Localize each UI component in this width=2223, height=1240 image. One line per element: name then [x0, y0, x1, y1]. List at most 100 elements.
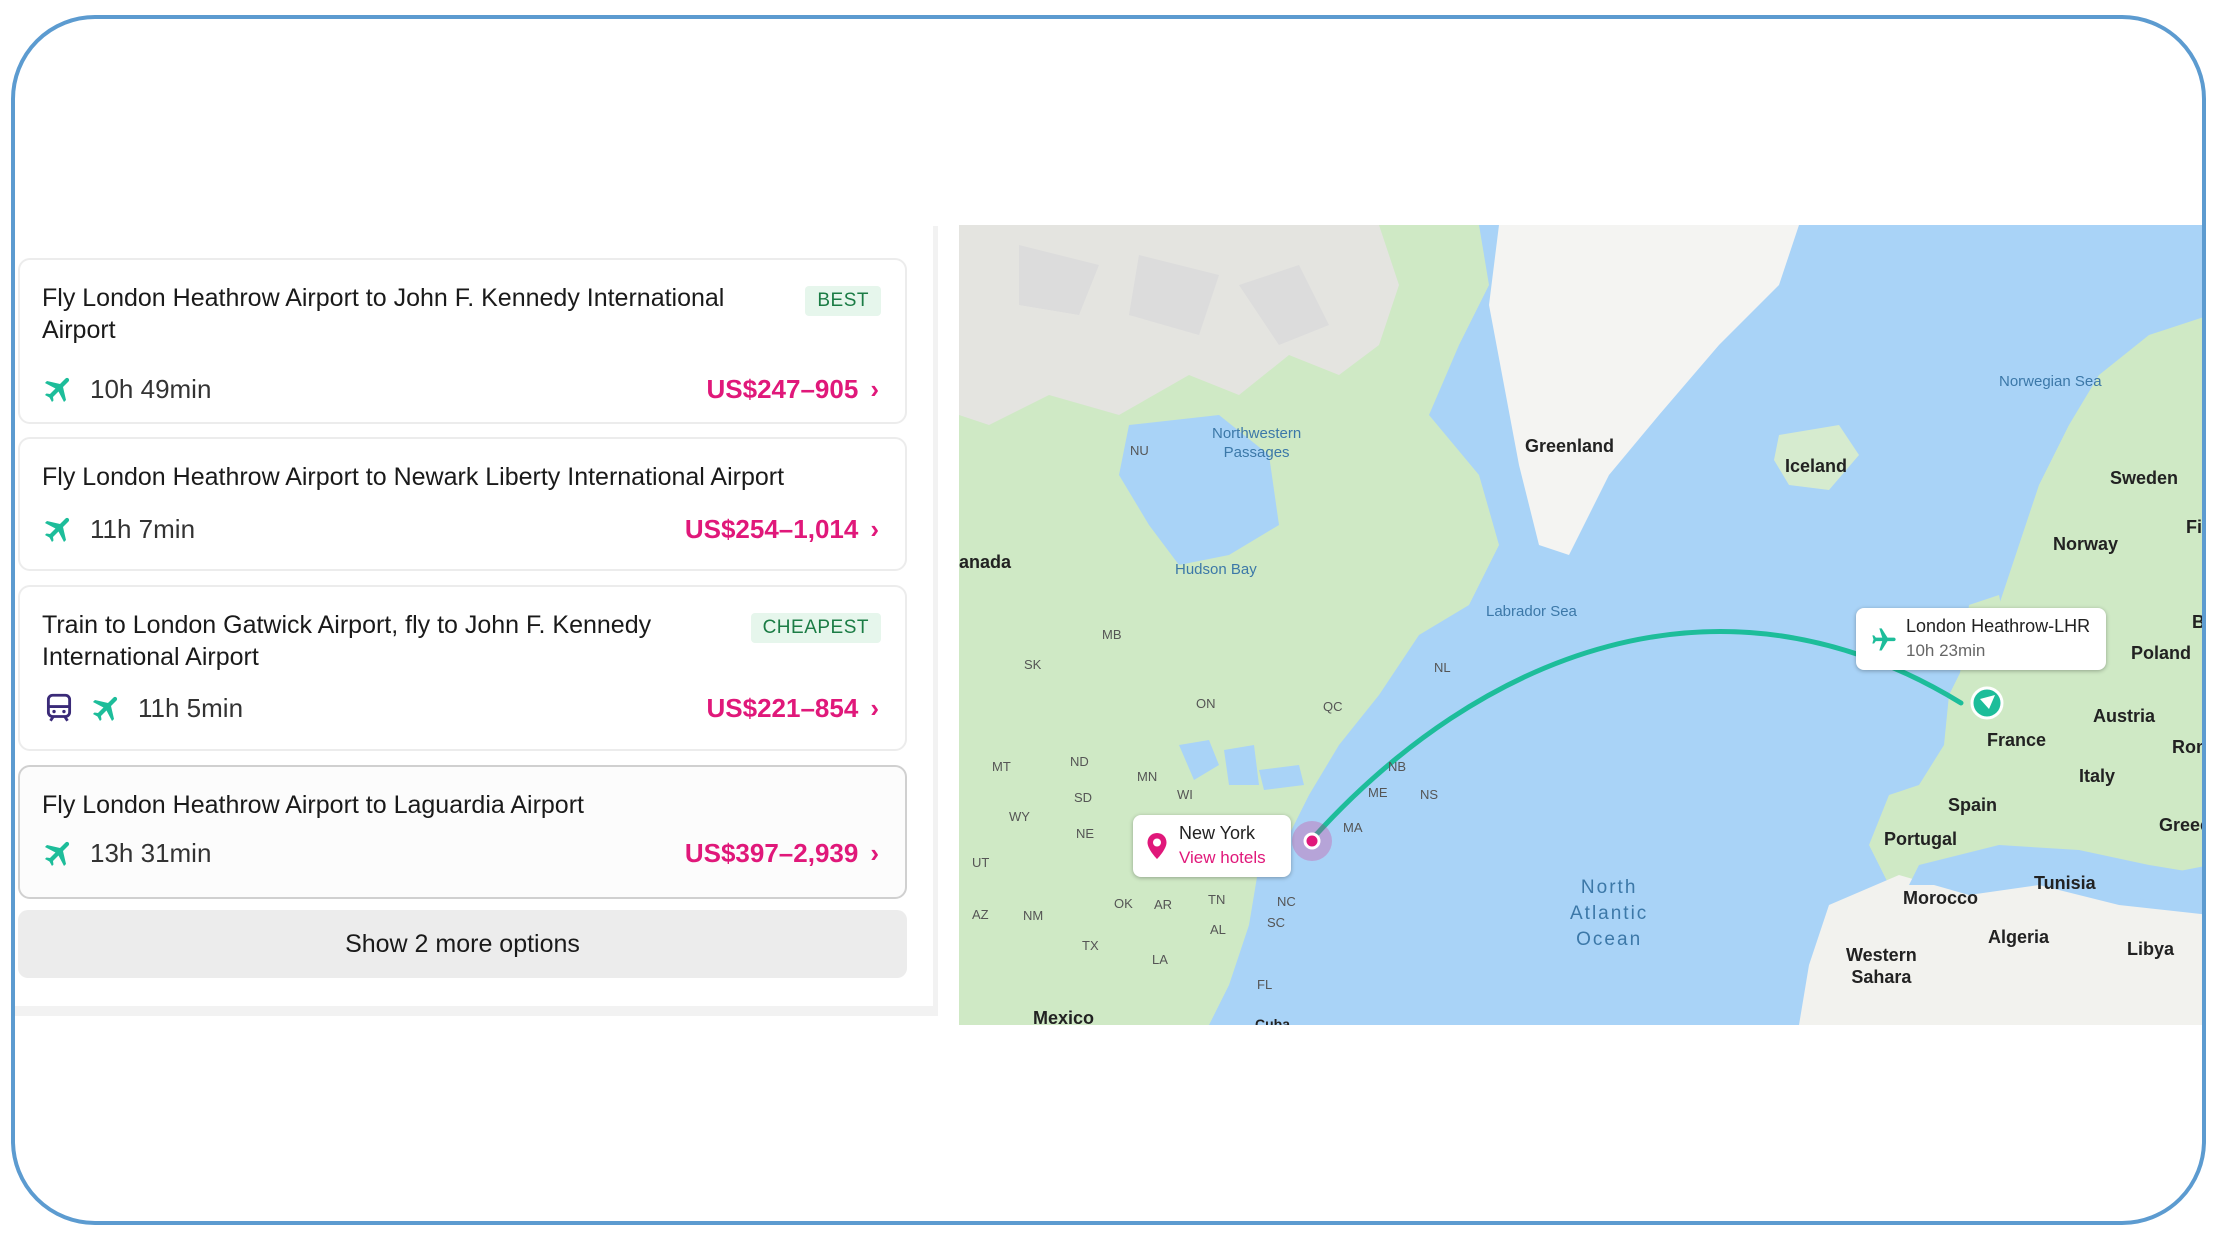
map-label-state: WY — [1009, 809, 1030, 824]
location-pin-icon — [1145, 832, 1169, 860]
map-label-north-atlantic: North Atlantic Ocean — [1570, 877, 1649, 950]
results-panel: Fly London Heathrow Airport to John F. K… — [15, 226, 938, 1016]
price-range: US$247–905 — [706, 373, 859, 404]
map-label-state: MN — [1137, 769, 1158, 784]
greenland-landmass — [1489, 225, 1799, 555]
train-icon — [42, 691, 76, 725]
map-label-state: TN — [1208, 892, 1226, 907]
map-label-morocco: Morocco — [1903, 888, 1979, 908]
map-label-fin: Fin — [2186, 517, 2202, 537]
map-label-algeria: Algeria — [1988, 927, 2050, 947]
destination-name: New York — [1179, 823, 1256, 843]
view-hotels-link[interactable]: View hotels — [1179, 848, 1266, 868]
map-label-libya: Libya — [2127, 939, 2175, 959]
price-range: US$221–854 — [706, 692, 859, 723]
plane-icon — [1870, 626, 1898, 654]
map-label-norway: Norway — [2053, 534, 2119, 554]
map-label-hudson-bay: Hudson Bay — [1175, 561, 1257, 578]
route-card-4[interactable]: Fly London Heathrow Airport to Laguardia… — [18, 765, 907, 899]
map-label-state: SK — [1024, 657, 1042, 672]
route-card-2[interactable]: Fly London Heathrow Airport to Newark Li… — [18, 437, 907, 571]
map-label-roma: Roma — [2172, 737, 2202, 757]
map-label-state: NM — [1023, 908, 1044, 923]
show-more-options-button[interactable]: Show 2 more options — [18, 910, 907, 978]
map-label-state: NE — [1076, 826, 1095, 841]
route-meta: 11h 5min — [42, 690, 243, 726]
map-label-nw-passages: Northwestern Passages — [1212, 425, 1302, 461]
screenshot-frame: Fly London Heathrow Airport to John F. K… — [11, 15, 2206, 1225]
map-label-western-sahara: Western Sahara — [1846, 945, 1917, 987]
price-range: US$397–2,939 — [684, 837, 859, 868]
map-label-state: AR — [1154, 897, 1173, 912]
route-duration: 11h 7min — [90, 513, 196, 544]
price-range: US$254–1,014 — [684, 513, 859, 544]
map-label-portugal: Portugal — [1884, 829, 1958, 849]
origin-callout[interactable]: London Heathrow-LHR 10h 23min — [1856, 608, 2106, 670]
map-label-state: NL — [1434, 660, 1451, 675]
route-title: Train to London Gatwick Airport, fly to … — [42, 611, 652, 671]
map-label-state: ME — [1368, 785, 1388, 800]
map-label-state: NU — [1130, 443, 1149, 458]
map-label-spain: Spain — [1948, 795, 1998, 815]
map-label-greenland: Greenland — [1525, 436, 1615, 456]
origin-name: London Heathrow-LHR — [1906, 616, 2091, 636]
map-label-sweden: Sweden — [2110, 468, 2179, 488]
route-price[interactable]: US$397–2,939 › — [685, 835, 879, 871]
cheapest-badge: CHEAPEST — [750, 613, 881, 643]
map-label-b: B — [2192, 612, 2205, 632]
map-label-state: TX — [1082, 938, 1099, 953]
route-price[interactable]: US$254–1,014 › — [685, 511, 879, 547]
plane-icon — [42, 836, 76, 870]
plane-icon — [42, 512, 76, 546]
map-label-cuba: Cuba — [1255, 1016, 1290, 1025]
map-label-state: ND — [1070, 754, 1089, 769]
route-card-3[interactable]: Train to London Gatwick Airport, fly to … — [18, 585, 907, 751]
route-title: Fly London Heathrow Airport to Newark Li… — [42, 463, 785, 491]
route-price[interactable]: US$221–854 › — [707, 690, 879, 726]
plane-icon — [90, 691, 124, 725]
map-label-france: France — [1987, 730, 2047, 750]
map-label-iceland: Iceland — [1785, 456, 1848, 476]
map-label-state: AZ — [972, 907, 989, 922]
route-duration: 11h 5min — [138, 692, 244, 723]
chevron-right-icon: › — [870, 692, 879, 723]
map-label-state: MB — [1102, 627, 1122, 642]
map-label-state: NB — [1388, 759, 1407, 774]
plane-icon — [42, 372, 76, 406]
route-title: Fly London Heathrow Airport to John F. K… — [42, 284, 725, 344]
chevron-right-icon: › — [870, 513, 879, 544]
route-meta: 13h 31min — [42, 835, 211, 871]
map-label-state: NS — [1420, 787, 1439, 802]
map-label-austria: Austria — [2093, 706, 2156, 726]
map-label-italy: Italy — [2079, 766, 2116, 786]
map-label-state: MT — [992, 759, 1011, 774]
route-meta: 10h 49min — [42, 371, 211, 407]
map-label-state: ON — [1196, 696, 1216, 711]
destination-callout[interactable]: New York View hotels — [1133, 815, 1291, 877]
map-label-state: SD — [1074, 790, 1093, 805]
chevron-right-icon: › — [870, 373, 879, 404]
map-label-mexico: Mexico — [1033, 1008, 1095, 1025]
route-duration: 13h 31min — [90, 837, 212, 868]
map-label-norwegian-sea: Norwegian Sea — [1999, 373, 2102, 390]
map-label-canada: anada — [959, 552, 1012, 572]
route-title: Fly London Heathrow Airport to Laguardia… — [42, 791, 584, 819]
map-label-state: OK — [1114, 896, 1133, 911]
map-label-state: MA — [1343, 820, 1363, 835]
map-label-state: WI — [1177, 787, 1193, 802]
map-label-state: FL — [1257, 977, 1273, 992]
route-card-1[interactable]: Fly London Heathrow Airport to John F. K… — [18, 258, 907, 424]
map-label-tunisia: Tunisia — [2034, 873, 2096, 893]
new-york-marker — [1303, 832, 1321, 850]
map-label-labrador-sea: Labrador Sea — [1486, 603, 1577, 620]
map-label-state: SC — [1267, 915, 1286, 930]
europe-landmass — [1869, 317, 2202, 885]
route-map[interactable]: Greenland Iceland Sweden Fin Norway B Po… — [959, 225, 2205, 1025]
map-label-state: AL — [1210, 922, 1226, 937]
route-duration: 10h 49min — [90, 373, 212, 404]
map-label-state: QC — [1323, 699, 1343, 714]
route-price[interactable]: US$247–905 › — [707, 371, 879, 407]
best-badge: BEST — [805, 286, 881, 316]
chevron-right-icon: › — [870, 837, 879, 868]
route-meta: 11h 7min — [42, 511, 195, 547]
